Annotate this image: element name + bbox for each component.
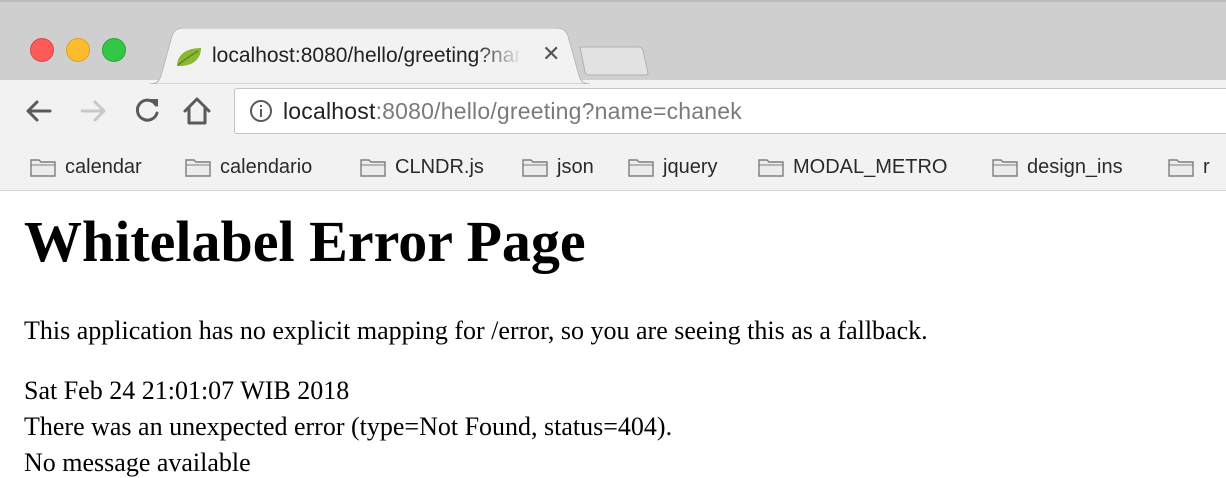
tab-strip: localhost:8080/hello/greeting?name=chane… — [0, 0, 1226, 84]
bookmark-modal-metro[interactable]: MODAL_METRO — [758, 152, 947, 182]
error-timestamp: Sat Feb 24 21:01:07 WIB 2018 — [24, 376, 350, 405]
window-minimize-button[interactable] — [66, 38, 90, 62]
address-bar[interactable]: localhost:8080/hello/greeting?name=chane… — [234, 88, 1226, 134]
bookmark-design-ins[interactable]: design_ins — [992, 152, 1123, 182]
error-details: There was an unexpected error (type=Not … — [24, 412, 673, 441]
bookmarks-bar: calendar calendario CLNDR.js json jquery… — [0, 146, 1226, 190]
bookmark-label: design_ins — [1027, 155, 1123, 178]
window-close-button[interactable] — [30, 38, 54, 62]
bookmark-jquery[interactable]: jquery — [628, 152, 717, 182]
forward-arrow-icon[interactable] — [76, 94, 110, 128]
page-title: Whitelabel Error Page — [24, 209, 586, 274]
spring-leaf-icon — [174, 45, 204, 69]
folder-icon — [758, 159, 784, 177]
tab-close-icon[interactable]: ✕ — [542, 42, 560, 67]
url-host: localhost — [283, 98, 376, 124]
bookmark-label: calendar — [65, 155, 142, 178]
bookmark-label: r — [1203, 155, 1210, 178]
bookmark-json[interactable]: json — [522, 152, 594, 182]
bookmark-label: CLNDR.js — [395, 155, 484, 178]
tab-title: localhost:8080/hello/greeting?name=chane… — [212, 44, 522, 67]
bookmark-clndr-js[interactable]: CLNDR.js — [360, 152, 484, 182]
folder-icon — [1168, 159, 1194, 177]
error-description: This application has no explicit mapping… — [24, 316, 928, 345]
bookmark-truncated[interactable]: r — [1168, 152, 1210, 182]
toolbar: localhost:8080/hello/greeting?name=chane… — [0, 80, 1226, 146]
folder-icon — [992, 159, 1018, 177]
tab-active[interactable]: localhost:8080/hello/greeting?name=chane… — [150, 28, 590, 84]
window-zoom-button[interactable] — [102, 38, 126, 62]
folder-icon — [185, 159, 211, 177]
browser-window-chrome: localhost:8080/hello/greeting?name=chane… — [0, 0, 1226, 191]
bookmark-label: jquery — [663, 155, 718, 178]
home-icon[interactable] — [180, 94, 214, 128]
url-text[interactable]: localhost:8080/hello/greeting?name=chane… — [283, 98, 742, 125]
bookmark-calendario[interactable]: calendario — [185, 152, 312, 182]
error-message: No message available — [24, 448, 251, 477]
folder-icon — [360, 159, 386, 177]
folder-icon — [522, 159, 548, 177]
bookmark-label: MODAL_METRO — [793, 155, 948, 178]
reload-icon[interactable] — [130, 94, 164, 128]
info-icon[interactable] — [249, 99, 273, 123]
bookmark-label: calendario — [220, 155, 313, 178]
url-path: :8080/hello/greeting?name=chanek — [375, 98, 742, 124]
folder-icon — [628, 159, 654, 177]
folder-icon — [30, 159, 56, 177]
bookmark-label: json — [557, 155, 594, 178]
new-tab-button[interactable] — [578, 46, 650, 76]
back-arrow-icon[interactable] — [22, 94, 56, 128]
bookmark-calendar[interactable]: calendar — [30, 152, 142, 182]
